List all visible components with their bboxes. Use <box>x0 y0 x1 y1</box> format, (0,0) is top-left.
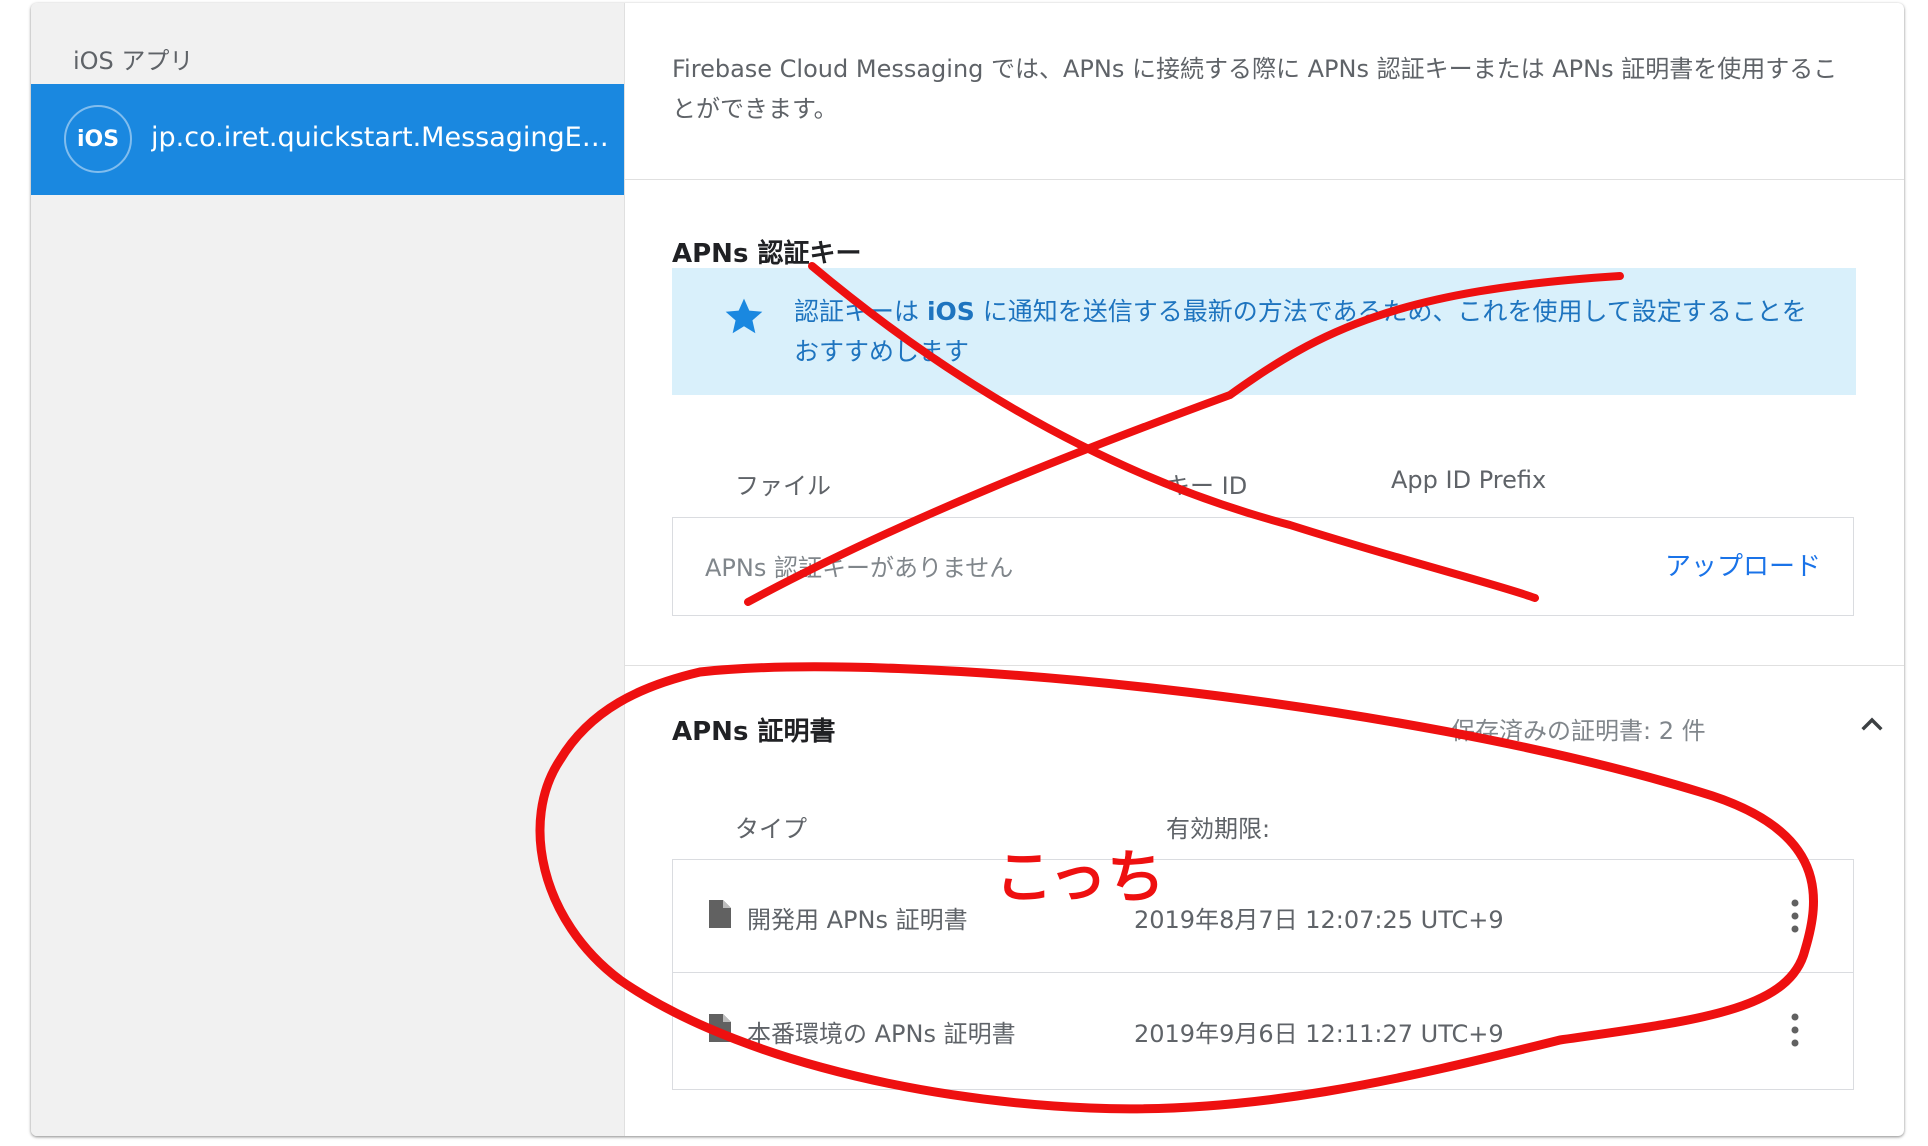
ios-app-icon: iOS <box>64 105 132 173</box>
chevron-up-icon[interactable] <box>1856 708 1888 740</box>
column-header-key-id: キー ID <box>1166 472 1248 500</box>
upload-button[interactable]: アップロード <box>1665 546 1821 583</box>
cert-expiry: 2019年8月7日 12:07:25 UTC+9 <box>1134 906 1504 934</box>
app-bundle-id: jp.co.iret.quickstart.MessagingExa... <box>151 122 611 153</box>
recommendation-banner: 認証キーは iOS に通知を送信する最新の方法であるため、これを使用して設定する… <box>672 268 1856 395</box>
table-row: 開発用 APNs 証明書 2019年8月7日 12:07:25 UTC+9 <box>673 860 1853 973</box>
sidebar-heading: iOS アプリ <box>73 47 194 75</box>
recommendation-text: 認証キーは iOS に通知を送信する最新の方法であるため、これを使用して設定する… <box>794 297 1807 366</box>
certificates-title: APNs 証明書 <box>672 717 836 747</box>
certificates-table: 開発用 APNs 証明書 2019年8月7日 12:07:25 UTC+9 本番… <box>672 859 1854 1090</box>
section-divider <box>625 179 1904 180</box>
main-panel: Firebase Cloud Messaging では、APNs に接続する際に… <box>625 3 1904 1136</box>
column-header-type: タイプ <box>735 815 807 843</box>
table-row: 本番環境の APNs 証明書 2019年9月6日 12:11:27 UTC+9 <box>673 974 1853 1087</box>
annotation-label: こっち <box>995 843 1165 911</box>
star-icon <box>725 298 763 334</box>
file-icon <box>709 1014 731 1042</box>
auth-key-title: APNs 認証キー <box>672 239 862 269</box>
sidebar-item-ios-app[interactable]: iOS jp.co.iret.quickstart.MessagingExa..… <box>31 84 624 195</box>
cert-expiry: 2019年9月6日 12:11:27 UTC+9 <box>1134 1020 1504 1048</box>
section-divider <box>625 665 1904 666</box>
sidebar: iOS アプリ iOS jp.co.iret.quickstart.Messag… <box>31 3 625 1136</box>
empty-state-text: APNs 認証キーがありません <box>705 554 1014 582</box>
column-header-expiry: 有効期限: <box>1166 815 1271 843</box>
cert-type: 開発用 APNs 証明書 <box>747 906 968 934</box>
cert-type: 本番環境の APNs 証明書 <box>747 1020 1016 1048</box>
column-header-app-id-prefix: App ID Prefix <box>1391 466 1547 494</box>
more-vert-icon[interactable] <box>1789 898 1801 934</box>
apns-settings-card: iOS アプリ iOS jp.co.iret.quickstart.Messag… <box>31 3 1904 1136</box>
auth-key-table: APNs 認証キーがありません アップロード <box>672 517 1854 616</box>
saved-count: 保存済みの証明書: 2 件 <box>1451 717 1706 745</box>
column-header-file: ファイル <box>735 472 831 500</box>
intro-text: Firebase Cloud Messaging では、APNs に接続する際に… <box>672 55 1838 123</box>
more-vert-icon[interactable] <box>1789 1012 1801 1048</box>
file-icon <box>709 900 731 928</box>
